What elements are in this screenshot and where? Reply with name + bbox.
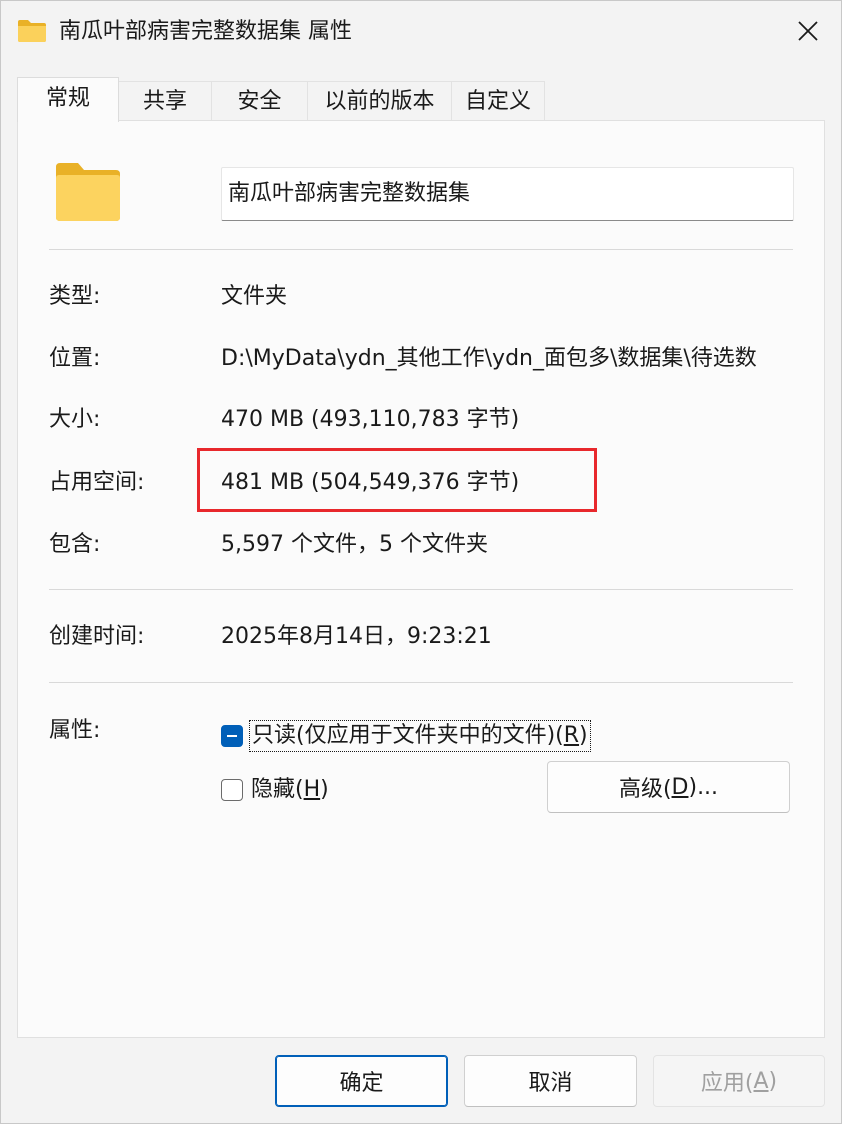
- location-label: 位置:: [49, 346, 101, 371]
- properties-window: 南瓜叶部病害完整数据集 属性 常规 共享 安全 以前的版本 自定义 类型: 文件…: [0, 0, 842, 1124]
- folder-name-input[interactable]: [221, 167, 794, 221]
- type-value: 文件夹: [221, 284, 288, 309]
- type-label: 类型:: [49, 284, 101, 309]
- location-value: D:\MyData\ydn_其他工作\ydn_面包多\数据集\待选数: [221, 346, 757, 371]
- readonly-label[interactable]: 只读(仅应用于文件夹中的文件)(R): [249, 720, 591, 752]
- tab-customize[interactable]: 自定义: [451, 81, 545, 121]
- created-value: 2025年8月14日，9:23:21: [221, 624, 492, 649]
- folder-icon: [56, 163, 120, 221]
- size-label: 大小:: [49, 407, 101, 432]
- readonly-checkbox[interactable]: [221, 725, 243, 747]
- apply-button[interactable]: 应用(A): [653, 1055, 825, 1107]
- folder-icon: [18, 20, 46, 42]
- attributes-label: 属性:: [49, 718, 101, 743]
- tab-general[interactable]: 常规: [17, 77, 119, 122]
- tab-previous-versions[interactable]: 以前的版本: [307, 81, 452, 121]
- highlight-box: [197, 448, 597, 512]
- tab-sharing[interactable]: 共享: [118, 81, 212, 121]
- contains-value: 5,597 个文件，5 个文件夹: [221, 532, 488, 557]
- advanced-button[interactable]: 高级(D)...: [547, 761, 790, 813]
- ok-button[interactable]: 确定: [275, 1055, 448, 1107]
- title-bar[interactable]: 南瓜叶部病害完整数据集 属性: [1, 1, 841, 63]
- size-value: 470 MB (493,110,783 字节): [221, 407, 520, 432]
- contains-label: 包含:: [49, 532, 101, 557]
- hidden-label[interactable]: 隐藏(H): [251, 776, 329, 804]
- disk-size-label: 占用空间:: [49, 470, 145, 495]
- hidden-checkbox-row[interactable]: 隐藏(H): [221, 776, 329, 804]
- close-icon: [798, 21, 818, 41]
- general-panel: 类型: 文件夹 位置: D:\MyData\ydn_其他工作\ydn_面包多\数…: [17, 120, 825, 1038]
- divider: [49, 682, 793, 683]
- divider: [49, 589, 793, 590]
- created-label: 创建时间:: [49, 624, 145, 649]
- readonly-checkbox-row[interactable]: 只读(仅应用于文件夹中的文件)(R): [221, 720, 591, 752]
- cancel-button[interactable]: 取消: [464, 1055, 637, 1107]
- close-button[interactable]: [775, 1, 841, 61]
- tab-security[interactable]: 安全: [211, 81, 308, 121]
- divider: [49, 249, 793, 250]
- hidden-checkbox[interactable]: [221, 779, 243, 801]
- window-title: 南瓜叶部病害完整数据集 属性: [59, 19, 352, 44]
